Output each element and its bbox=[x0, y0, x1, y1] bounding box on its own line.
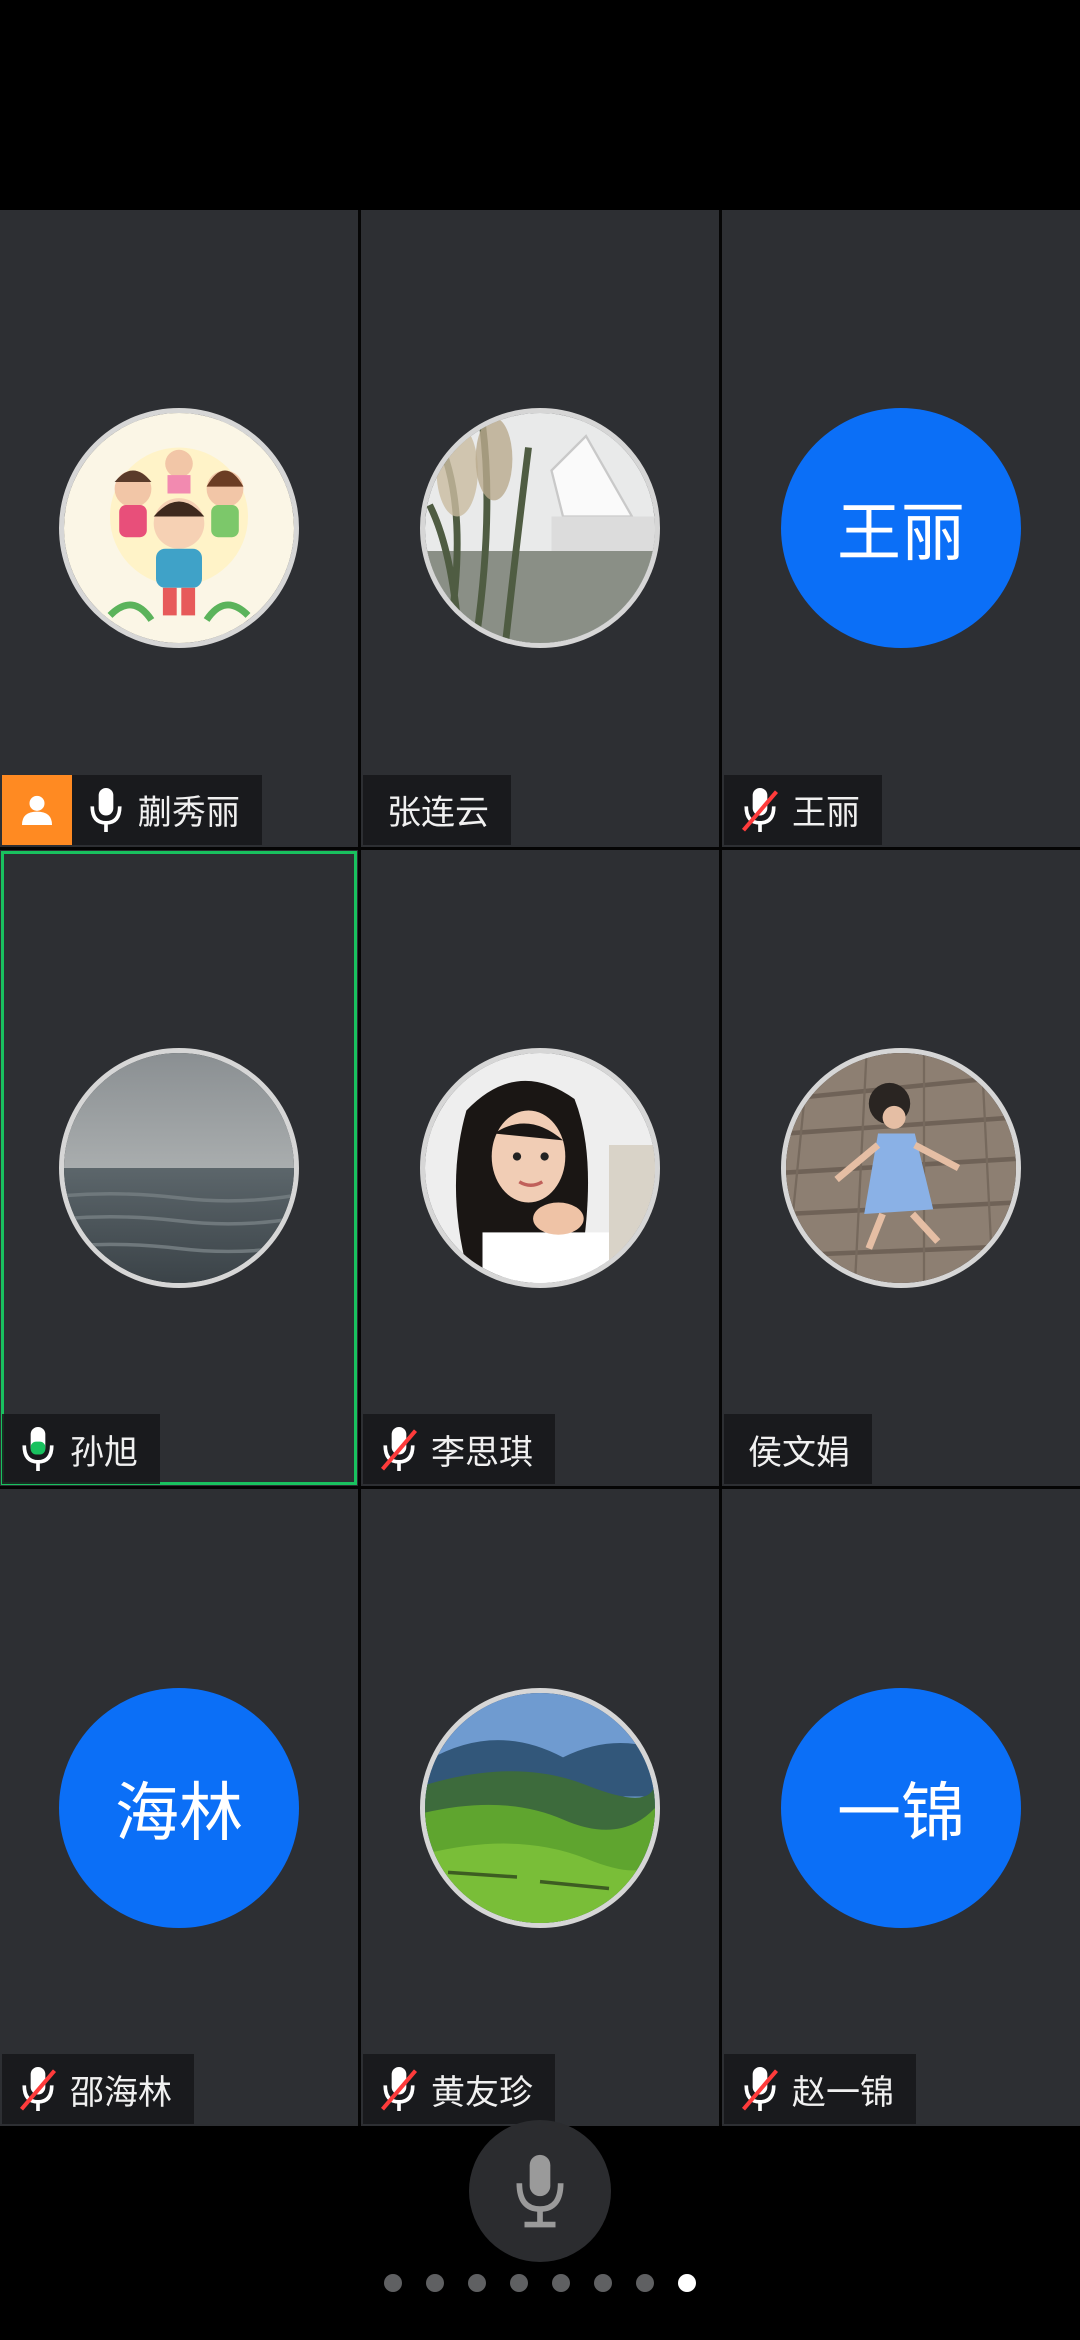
microphone-muted-icon bbox=[741, 787, 779, 832]
participant-tile-active-speaker[interactable]: 孙旭 bbox=[0, 849, 358, 1487]
participant-label: 黄友珍 bbox=[363, 2054, 555, 2124]
participant-tile[interactable]: 一锦 赵一锦 bbox=[722, 1489, 1080, 2126]
pampas-grass-image bbox=[425, 413, 655, 644]
page-dot[interactable] bbox=[552, 2274, 570, 2292]
participant-tile[interactable]: 王丽 王丽 bbox=[722, 210, 1080, 847]
participant-label: 李思琪 bbox=[363, 1414, 555, 1485]
host-badge bbox=[2, 774, 72, 845]
cartoon-family-image bbox=[64, 413, 294, 644]
person-icon bbox=[22, 795, 52, 825]
participant-tile[interactable]: 李思琪 bbox=[361, 849, 719, 1487]
child-boardwalk-image bbox=[786, 1052, 1016, 1283]
participant-tile[interactable]: 海林 邵海林 bbox=[0, 1489, 358, 2126]
initials-avatar: 王丽 bbox=[781, 408, 1021, 649]
microphone-on-icon bbox=[22, 1427, 54, 1472]
participant-name: 王丽 bbox=[792, 793, 860, 834]
participant-name: 孙旭 bbox=[70, 1432, 138, 1473]
page-dot[interactable] bbox=[426, 2274, 444, 2292]
participant-label: 孙旭 bbox=[2, 1414, 160, 1485]
microphone-button[interactable] bbox=[469, 2120, 611, 2262]
avatar bbox=[420, 408, 660, 649]
page-dot[interactable] bbox=[468, 2274, 486, 2292]
avatar bbox=[420, 1687, 660, 1928]
avatar-initials: 一锦 bbox=[837, 1776, 965, 1851]
sea-image bbox=[64, 1052, 294, 1283]
woman-portrait-image bbox=[425, 1052, 655, 1283]
participant-name: 李思琪 bbox=[431, 1432, 533, 1473]
top-status-area bbox=[0, 0, 1080, 210]
participant-label: 侯文娟 bbox=[724, 1414, 872, 1485]
participant-tile[interactable]: 张连云 bbox=[361, 210, 719, 847]
microphone-muted-icon bbox=[380, 1427, 418, 1472]
avatar bbox=[420, 1047, 660, 1288]
page-dot[interactable] bbox=[594, 2274, 612, 2292]
microphone-muted-icon bbox=[741, 2067, 779, 2111]
microphone-muted-icon bbox=[19, 2067, 57, 2111]
avatar-initials: 海林 bbox=[115, 1776, 243, 1851]
participant-name: 侯文娟 bbox=[748, 1432, 850, 1473]
participant-label: 张连云 bbox=[363, 774, 511, 845]
microphone-muted-icon bbox=[380, 2067, 418, 2111]
avatar-initials: 王丽 bbox=[837, 497, 965, 572]
participant-name: 黄友珍 bbox=[431, 2072, 533, 2113]
participant-tile[interactable]: 侯文娟 bbox=[722, 849, 1080, 1487]
participant-tile[interactable]: 黄友珍 bbox=[361, 1489, 719, 2126]
page-dot[interactable] bbox=[636, 2274, 654, 2292]
page-dot[interactable] bbox=[510, 2274, 528, 2292]
participant-name: 蒯秀丽 bbox=[138, 793, 240, 834]
initials-avatar: 海林 bbox=[59, 1687, 299, 1928]
initials-avatar: 一锦 bbox=[781, 1687, 1021, 1928]
page-dot-current[interactable] bbox=[678, 2274, 696, 2292]
microphone-icon bbox=[516, 2154, 564, 2228]
avatar bbox=[781, 1047, 1021, 1288]
avatar bbox=[59, 1047, 299, 1288]
participant-label: 蒯秀丽 bbox=[2, 774, 262, 845]
participant-label: 赵一锦 bbox=[724, 2054, 916, 2124]
participant-label: 邵海林 bbox=[2, 2054, 194, 2124]
participant-name: 邵海林 bbox=[70, 2072, 172, 2113]
page-indicator bbox=[0, 2274, 1080, 2292]
participant-name: 赵一锦 bbox=[792, 2072, 894, 2113]
participant-label: 王丽 bbox=[724, 774, 882, 845]
green-hills-image bbox=[425, 1692, 655, 1923]
participant-name: 张连云 bbox=[387, 793, 489, 834]
page-dot[interactable] bbox=[384, 2274, 402, 2292]
participant-grid: 蒯秀丽 张连云 王丽 王丽 孙旭 李思琪 侯文娟 海林 邵海林 黄友珍 一锦 赵… bbox=[0, 210, 1080, 2126]
participant-tile[interactable]: 蒯秀丽 bbox=[0, 210, 358, 847]
microphone-on-icon bbox=[90, 787, 122, 832]
avatar bbox=[59, 408, 299, 649]
